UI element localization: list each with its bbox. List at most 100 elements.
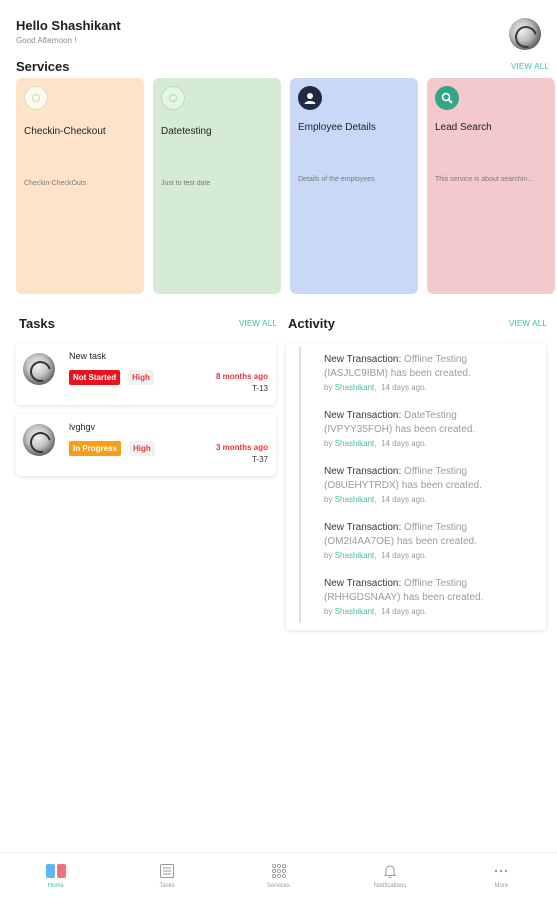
- bell-icon: [380, 863, 400, 879]
- activity-suffix: has been created.: [403, 592, 484, 603]
- activity-service: Offline Testing: [404, 466, 468, 477]
- tasks-title: Tasks: [19, 316, 55, 331]
- activity-lead: New Transaction:: [324, 466, 402, 477]
- priority-badge: High: [128, 370, 154, 385]
- nav-label: Tasks: [159, 883, 175, 889]
- activity-item: New Transaction: Offline Testing (IASJLC…: [324, 354, 471, 392]
- service-title: Lead Search: [435, 122, 492, 133]
- greeting-title: Hello Shashikant: [16, 18, 121, 33]
- user-icon: [298, 86, 322, 110]
- more-icon: [491, 863, 511, 879]
- services-title: Services: [16, 59, 70, 74]
- service-card-lead-search[interactable]: Lead Search This service is about search…: [427, 78, 555, 294]
- bottom-nav: Home Tasks Services Notifications More: [0, 852, 557, 900]
- activity-author-link[interactable]: Shashikant: [335, 439, 375, 448]
- task-id: T-37: [251, 455, 268, 464]
- activity-view-all-link[interactable]: VIEW ALL: [509, 319, 547, 328]
- service-title: Datetesting: [161, 126, 212, 137]
- activity-code: (IASJLC9IBM): [324, 368, 388, 379]
- services-carousel[interactable]: Checkin-Checkout Checkin-CheckOuts Datet…: [16, 78, 557, 294]
- circle-outline-icon: [24, 86, 48, 110]
- task-badges: Not Started High: [69, 370, 154, 385]
- activity-service: DateTesting: [404, 410, 457, 421]
- status-badge: Not Started: [69, 370, 121, 385]
- services-header: Services VIEW ALL: [16, 59, 549, 74]
- tasks-icon: [157, 863, 177, 879]
- activity-by: by: [324, 495, 333, 504]
- nav-label: Notifications: [373, 883, 407, 889]
- profile-avatar[interactable]: [509, 18, 541, 50]
- activity-author-link[interactable]: Shashikant: [335, 607, 375, 616]
- nav-item-more[interactable]: More: [446, 853, 557, 900]
- service-card-employee-details[interactable]: Employee Details Details of the employee…: [290, 78, 418, 294]
- services-view-all-link[interactable]: VIEW ALL: [511, 62, 549, 71]
- greeting-subtitle: Good Afternoon !: [16, 36, 77, 45]
- activity-title: Activity: [288, 316, 335, 331]
- activity-suffix: has been created.: [395, 424, 476, 435]
- activity-header: Activity VIEW ALL: [288, 316, 547, 331]
- activity-item: New Transaction: Offline Testing (O8UEHY…: [324, 466, 482, 504]
- activity-item: New Transaction: DateTesting (IVPYY35FOH…: [324, 410, 476, 448]
- activity-suffix: has been created.: [401, 480, 482, 491]
- priority-badge: High: [129, 441, 155, 456]
- activity-by: by: [324, 439, 333, 448]
- task-id: T-13: [251, 384, 268, 393]
- nav-label: More: [494, 883, 509, 889]
- task-card[interactable]: lvghgv In Progress High 3 months ago T-3…: [16, 414, 276, 476]
- nav-item-notifications[interactable]: Notifications: [334, 853, 445, 900]
- avatar: [23, 424, 55, 456]
- activity-author-link[interactable]: Shashikant: [335, 495, 375, 504]
- activity-suffix: has been created.: [390, 368, 471, 379]
- circle-outline-icon: [161, 86, 185, 110]
- activity-by: by: [324, 551, 333, 560]
- service-description: This service is about searchin...: [435, 176, 534, 183]
- activity-suffix: has been created.: [396, 536, 477, 547]
- service-title: Employee Details: [298, 122, 376, 133]
- task-name: New task: [69, 351, 107, 361]
- search-icon: [435, 86, 459, 110]
- activity-time: 14 days ago.: [380, 495, 427, 504]
- nav-label: Services: [267, 883, 291, 889]
- service-card-checkin-checkout[interactable]: Checkin-Checkout Checkin-CheckOuts: [16, 78, 144, 294]
- activity-code: (O8UEHYTRDX): [324, 480, 400, 491]
- activity-author-link[interactable]: Shashikant: [335, 551, 375, 560]
- task-name: lvghgv: [69, 422, 96, 432]
- activity-lead: New Transaction:: [324, 410, 402, 421]
- activity-code: (IVPYY35FOH): [324, 424, 393, 435]
- activity-time: 14 days ago.: [380, 383, 427, 392]
- task-badges: In Progress High: [69, 441, 155, 456]
- activity-time: 14 days ago.: [380, 439, 427, 448]
- service-description: Details of the employees: [298, 176, 375, 183]
- activity-by: by: [324, 383, 333, 392]
- task-card[interactable]: New task Not Started High 8 months ago T…: [16, 343, 276, 405]
- nav-label: Home: [47, 883, 64, 889]
- activity-service: Offline Testing: [404, 354, 468, 365]
- activity-lead: New Transaction:: [324, 522, 402, 533]
- service-description: Checkin-CheckOuts: [24, 180, 87, 187]
- activity-time: 14 days ago.: [380, 607, 427, 616]
- services-grid-icon: [269, 863, 289, 879]
- activity-service: Offline Testing: [404, 578, 468, 589]
- home-icon: [45, 863, 66, 879]
- activity-lead: New Transaction:: [324, 354, 402, 365]
- task-time: 3 months ago: [215, 443, 268, 452]
- status-badge: In Progress: [69, 441, 122, 456]
- activity-by: by: [324, 607, 333, 616]
- service-card-datetesting[interactable]: Datetesting Just to test date: [153, 78, 281, 294]
- nav-item-tasks[interactable]: Tasks: [111, 853, 222, 900]
- tasks-view-all-link[interactable]: VIEW ALL: [239, 319, 277, 328]
- nav-item-services[interactable]: Services: [223, 853, 334, 900]
- activity-code: (RHHGDSNAAY): [324, 592, 401, 603]
- activity-lead: New Transaction:: [324, 578, 402, 589]
- activity-code: (OM2I4AA7OE): [324, 536, 395, 547]
- task-time: 8 months ago: [215, 372, 268, 381]
- header: Hello Shashikant Good Afternoon !: [16, 18, 541, 54]
- activity-author-link[interactable]: Shashikant: [335, 383, 375, 392]
- activity-item: New Transaction: Offline Testing (OM2I4A…: [324, 522, 477, 560]
- service-title: Checkin-Checkout: [24, 126, 106, 137]
- timeline-line: [299, 347, 301, 623]
- avatar: [23, 353, 55, 385]
- activity-panel: New Transaction: Offline Testing (IASJLC…: [286, 343, 546, 630]
- nav-item-home[interactable]: Home: [0, 853, 111, 900]
- activity-service: Offline Testing: [404, 522, 468, 533]
